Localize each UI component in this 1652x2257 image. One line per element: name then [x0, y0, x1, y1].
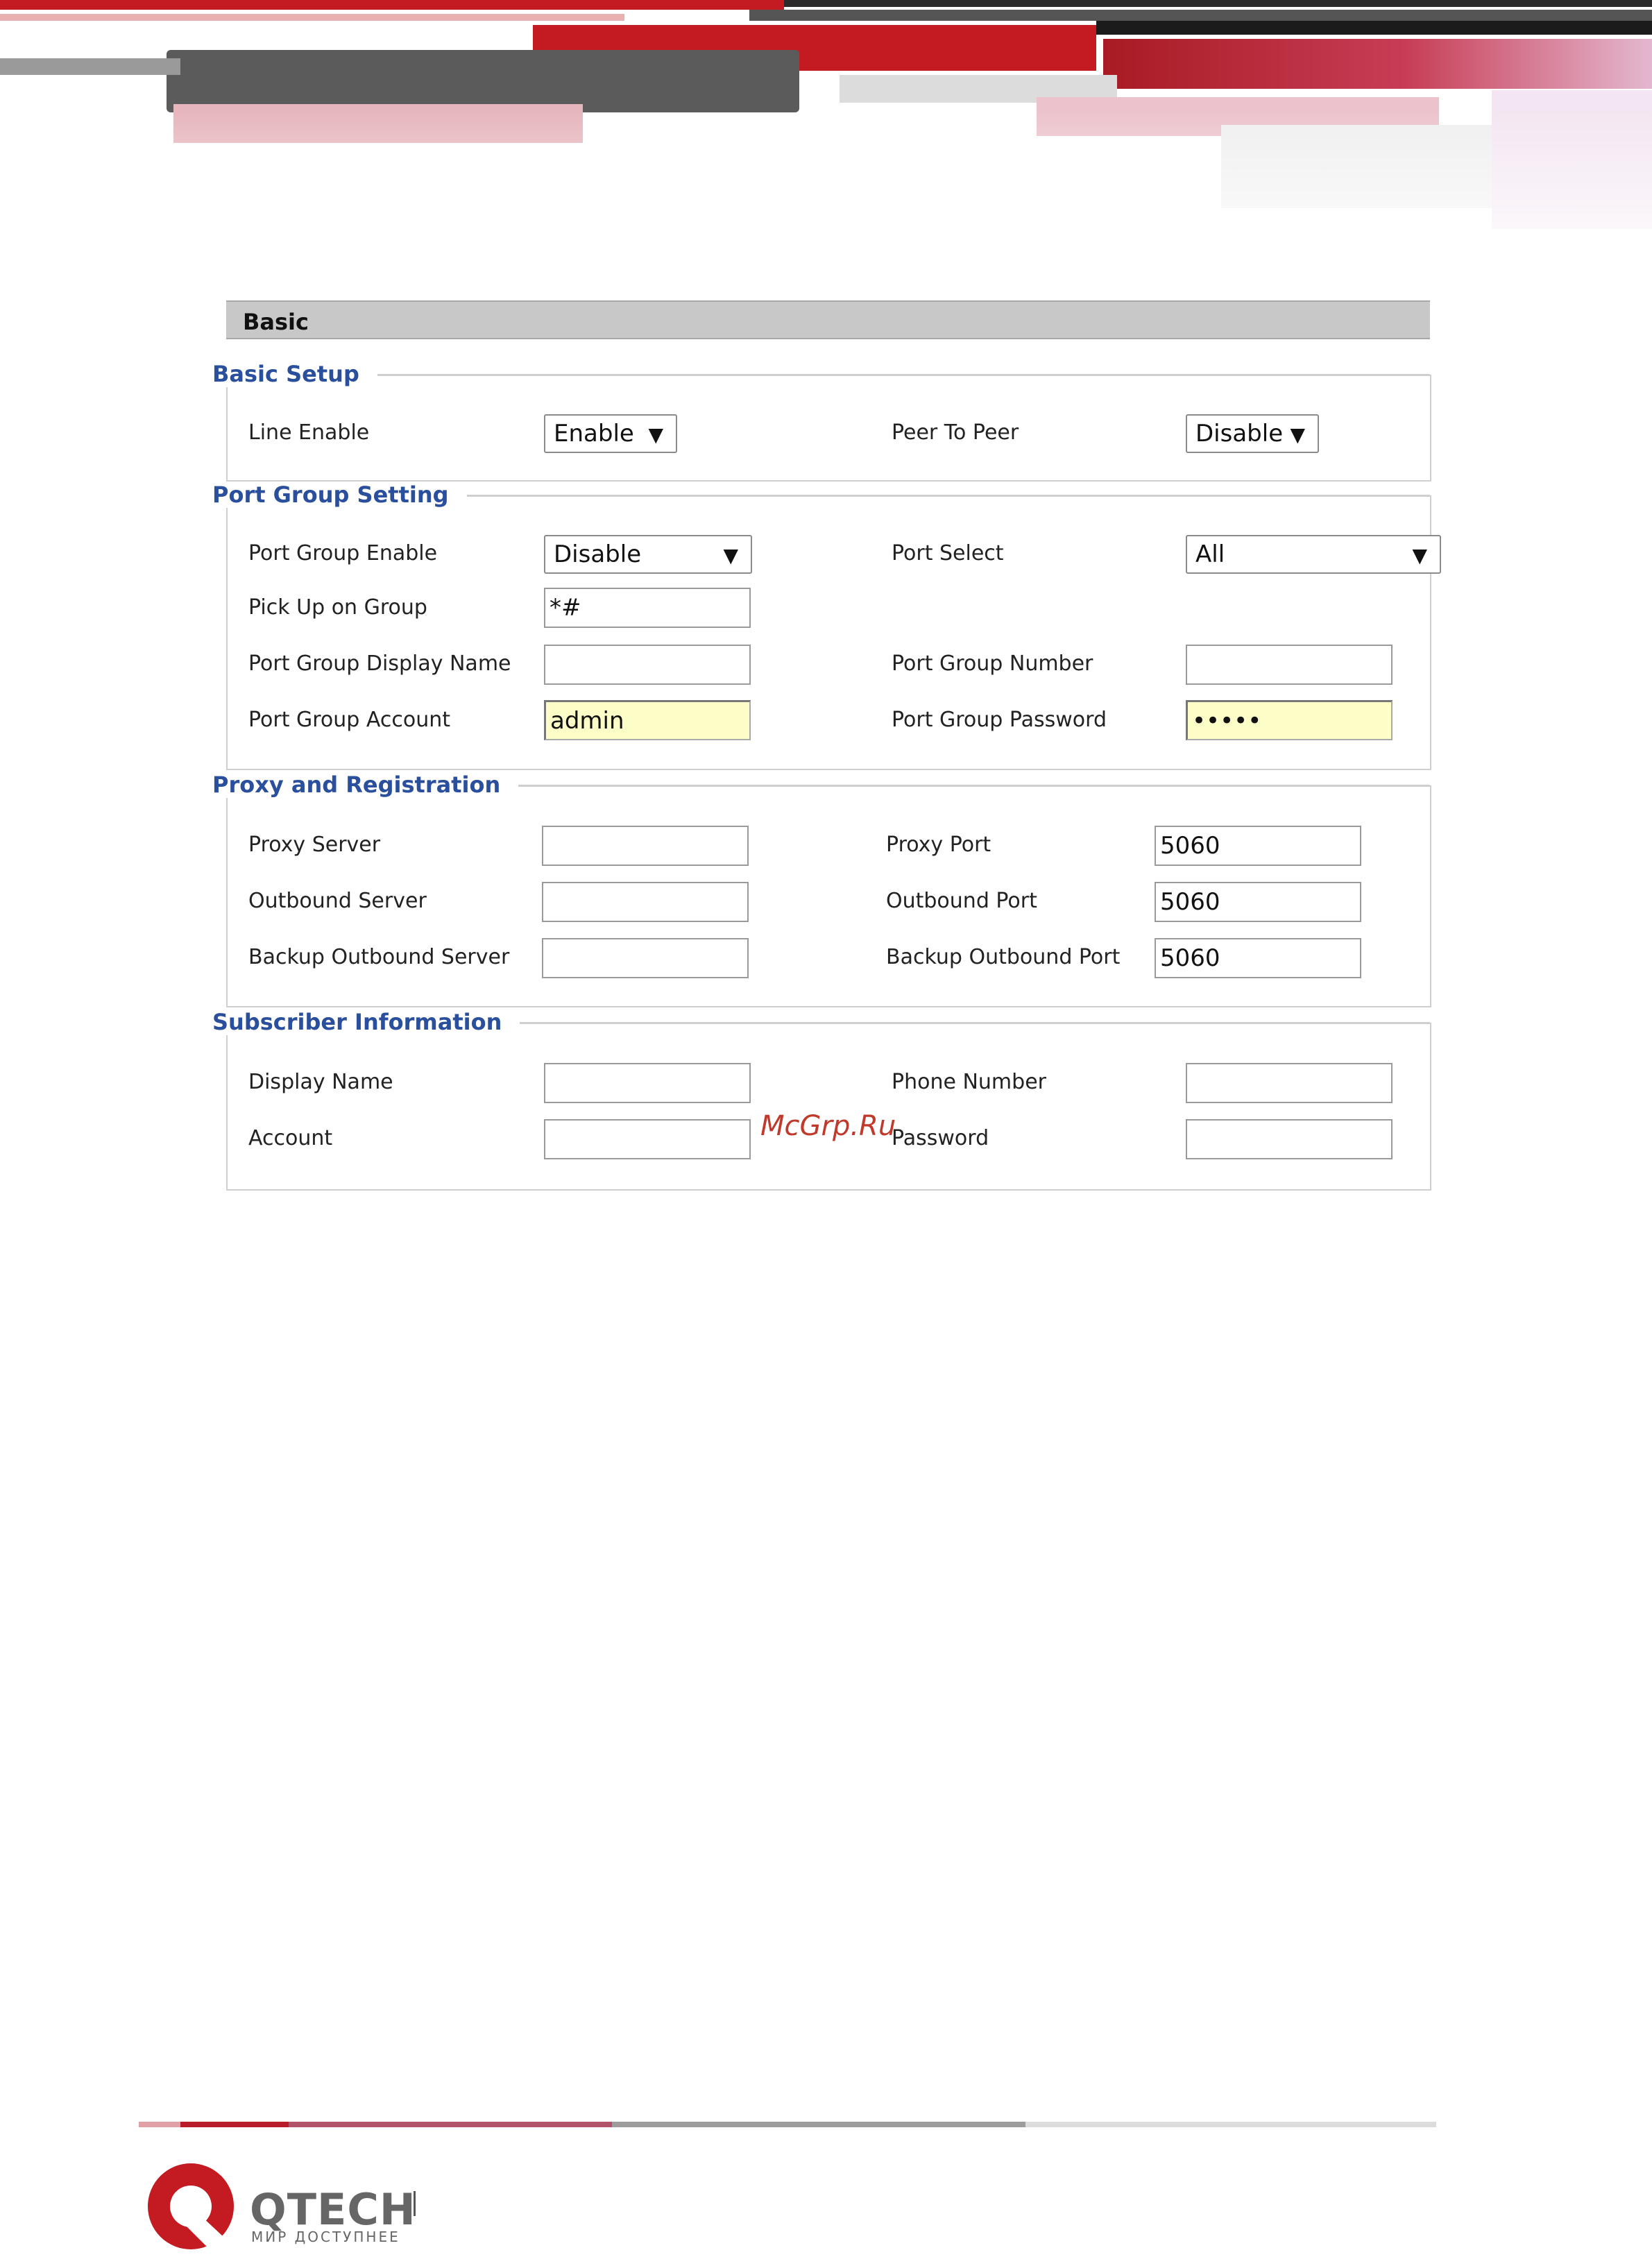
watermark-text: McGrp.Ru — [760, 1110, 896, 1142]
page-title-bar: Basic — [226, 300, 1430, 339]
port-group-number-label: Port Group Number — [892, 651, 1093, 676]
chevron-down-icon: ▼ — [1290, 423, 1305, 446]
footer-divider-gray — [612, 2122, 1025, 2127]
chevron-down-icon: ▼ — [1412, 544, 1427, 567]
chevron-down-icon: ▼ — [723, 544, 738, 567]
logo-divider — [414, 2191, 416, 2216]
line-enable-value: Enable — [554, 420, 634, 448]
section-legend-rule — [377, 374, 1430, 375]
port-group-account-label: Port Group Account — [248, 708, 451, 732]
proxy-port-label: Proxy Port — [886, 833, 991, 857]
port-group-enable-value: Disable — [554, 540, 642, 568]
peer-to-peer-value: Disable — [1195, 420, 1284, 448]
port-select-select[interactable]: All ▼ — [1186, 535, 1441, 574]
proxy-server-label: Proxy Server — [248, 833, 381, 857]
password-input[interactable] — [1186, 1119, 1393, 1159]
pick-up-on-group-label: Pick Up on Group — [248, 595, 427, 620]
basic-setup-title: Basic Setup — [212, 361, 377, 387]
port-group-number-input[interactable] — [1186, 645, 1393, 685]
display-name-label: Display Name — [248, 1070, 393, 1094]
footer-divider-red — [180, 2122, 289, 2127]
port-group-password-label: Port Group Password — [892, 708, 1107, 732]
port-group-display-name-label: Port Group Display Name — [248, 651, 511, 676]
line-enable-label: Line Enable — [248, 420, 370, 445]
brand-tagline: МИР ДОСТУПНЕЕ — [251, 2229, 400, 2245]
backup-outbound-server-label: Backup Outbound Server — [248, 945, 510, 969]
port-group-enable-select[interactable]: Disable ▼ — [544, 535, 752, 574]
footer-divider-maroon — [289, 2122, 612, 2127]
proxy-server-input[interactable] — [542, 826, 749, 866]
outbound-server-input[interactable] — [542, 882, 749, 922]
section-legend-rule — [466, 495, 1430, 496]
port-select-value: All — [1195, 540, 1225, 568]
display-name-input[interactable] — [544, 1063, 751, 1103]
proxy-and-registration-title: Proxy and Registration — [212, 772, 519, 798]
password-label: Password — [892, 1126, 989, 1150]
footer-divider-light — [1025, 2122, 1436, 2127]
port-group-password-input[interactable]: ••••• — [1186, 700, 1393, 740]
phone-number-input[interactable] — [1186, 1063, 1393, 1103]
section-legend-rule — [518, 785, 1430, 786]
port-group-enable-label: Port Group Enable — [248, 541, 438, 565]
port-group-account-input[interactable]: admin — [544, 700, 751, 740]
subscriber-information-section — [226, 1023, 1431, 1191]
outbound-server-label: Outbound Server — [248, 889, 427, 913]
peer-to-peer-label: Peer To Peer — [892, 420, 1019, 445]
port-group-setting-title: Port Group Setting — [212, 482, 467, 508]
port-select-label: Port Select — [892, 541, 1004, 565]
peer-to-peer-select[interactable]: Disable ▼ — [1186, 414, 1319, 453]
account-label: Account — [248, 1126, 333, 1150]
page-title: Basic — [243, 309, 309, 335]
subscriber-information-title: Subscriber Information — [212, 1009, 520, 1035]
footer-divider — [139, 2122, 180, 2127]
proxy-port-input[interactable]: 5060 — [1155, 826, 1361, 866]
header-banner — [0, 0, 1652, 278]
outbound-port-label: Outbound Port — [886, 889, 1037, 913]
port-group-display-name-input[interactable] — [544, 645, 751, 685]
outbound-port-input[interactable]: 5060 — [1155, 882, 1361, 922]
phone-number-label: Phone Number — [892, 1070, 1046, 1094]
backup-outbound-server-input[interactable] — [542, 938, 749, 978]
section-legend-rule — [520, 1022, 1430, 1023]
brand-name: QTECH — [250, 2184, 416, 2235]
backup-outbound-port-input[interactable]: 5060 — [1155, 938, 1361, 978]
backup-outbound-port-label: Backup Outbound Port — [886, 945, 1121, 969]
pick-up-on-group-input[interactable]: *# — [544, 588, 751, 628]
account-input[interactable] — [544, 1119, 751, 1159]
chevron-down-icon: ▼ — [648, 423, 663, 446]
line-enable-select[interactable]: Enable ▼ — [544, 414, 677, 453]
